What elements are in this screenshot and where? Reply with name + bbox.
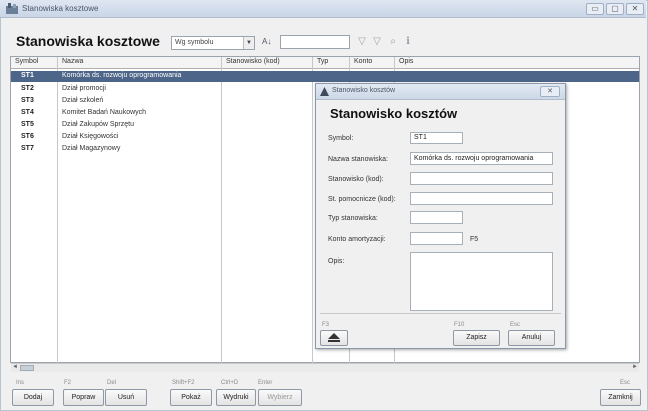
description-label: Opis: <box>328 258 345 265</box>
delete-button[interactable]: Usuń <box>105 389 147 406</box>
account-field[interactable] <box>410 232 463 245</box>
row-name: Dział Magazynowy <box>62 145 121 152</box>
account-lookup-button[interactable]: F5 <box>470 236 478 243</box>
row-name: Dział promocji <box>62 85 106 92</box>
shortcut-hint: Esc <box>620 380 631 386</box>
scroll-left-icon[interactable]: ◄ <box>12 364 18 370</box>
zoom-icon[interactable]: ⌕ <box>387 36 399 48</box>
column-header-symbol[interactable]: Symbol <box>15 58 38 65</box>
symbol-field[interactable]: ST1 <box>410 132 463 144</box>
eject-icon <box>328 333 340 342</box>
name-field[interactable]: Komórka ds. rozwoju oprogramowania <box>410 152 553 165</box>
shortcut-hint: Shift+F2 <box>172 380 195 386</box>
window-close-button[interactable]: ✕ <box>626 3 644 15</box>
type-field[interactable] <box>410 211 463 224</box>
print-button[interactable]: Wydruki <box>216 389 256 406</box>
dialog-close-button[interactable]: ✕ <box>540 86 560 97</box>
row-symbol: ST5 <box>21 121 34 128</box>
scroll-right-icon[interactable]: ► <box>632 364 638 370</box>
app-icon <box>6 3 18 14</box>
row-name: Komitet Badań Naukowych <box>62 109 147 116</box>
dialog-divider <box>320 313 561 314</box>
sort-select-value: Wg symbolu <box>175 39 214 46</box>
aux-code-field[interactable] <box>410 192 553 205</box>
table-row[interactable]: ST1 Komórka ds. rozwoju oprogramowania <box>11 71 639 82</box>
row-symbol: ST6 <box>21 133 34 140</box>
account-label: Konto amortyzacji: <box>328 236 386 243</box>
column-header-name[interactable]: Nazwa <box>62 58 83 65</box>
info-icon[interactable]: ℹ <box>402 36 414 48</box>
row-name: Komórka ds. rozwoju oprogramowania <box>62 72 182 79</box>
edit-button[interactable]: Popraw <box>63 389 104 406</box>
maximize-button[interactable]: ▢ <box>606 3 624 15</box>
column-header-code[interactable]: Stanowisko (kod) <box>226 58 280 65</box>
row-symbol: ST2 <box>21 85 34 92</box>
minimize-button[interactable]: ▭ <box>586 3 604 15</box>
column-header-type[interactable]: Typ <box>317 58 328 65</box>
close-button[interactable]: Zamknij <box>600 389 641 406</box>
dialog-title: Stanowisko kosztów <box>332 87 396 94</box>
warning-icon <box>320 87 329 96</box>
save-button[interactable]: Zapisz <box>453 330 500 346</box>
row-name: Dział Zakupów Sprzętu <box>62 121 134 128</box>
horizontal-scrollbar[interactable] <box>11 363 639 372</box>
sort-select[interactable]: Wg symbolu ▼ <box>171 36 255 50</box>
name-label: Nazwa stanowiska: <box>328 156 388 163</box>
shortcut-hint: F2 <box>64 380 72 386</box>
chevron-down-icon[interactable]: ▼ <box>243 37 254 49</box>
filter-icon[interactable]: ▽ <box>356 36 368 48</box>
filter-clear-icon[interactable]: ▽ <box>371 36 383 48</box>
row-symbol: ST7 <box>21 145 34 152</box>
shortcut-hint: Ctrl+D <box>221 380 239 386</box>
row-symbol: ST3 <box>21 97 34 104</box>
shortcut-hint: Ins <box>16 380 25 386</box>
code-label: Stanowisko (kod): <box>328 176 384 183</box>
shortcut-hint: Enter <box>258 380 273 386</box>
row-symbol: ST4 <box>21 109 34 116</box>
search-input[interactable] <box>280 35 350 49</box>
symbol-label: Symbol: <box>328 135 354 142</box>
shortcut-hint: F3 <box>322 322 330 328</box>
window-title: Stanowiska kosztowe <box>22 4 99 13</box>
select-button[interactable]: Wybierz <box>258 389 302 406</box>
description-field[interactable] <box>410 252 553 311</box>
row-symbol: ST1 <box>21 72 34 79</box>
dialog-heading: Stanowisko kosztów <box>330 106 458 121</box>
row-name: Dział Księgowości <box>62 133 119 140</box>
type-label: Typ stanowiska: <box>328 215 378 222</box>
shortcut-hint: F10 <box>454 322 465 328</box>
code-field[interactable] <box>410 172 553 185</box>
eject-button[interactable] <box>320 330 348 346</box>
show-button[interactable]: Pokaż <box>170 389 212 406</box>
cancel-button[interactable]: Anuluj <box>508 330 555 346</box>
page-title: Stanowiska kosztowe <box>16 33 160 49</box>
column-header-account[interactable]: Konto <box>354 58 372 65</box>
add-button[interactable]: Dodaj <box>12 389 54 406</box>
column-header-description[interactable]: Opis <box>399 58 413 65</box>
shortcut-hint: Esc <box>510 322 521 328</box>
sort-direction-icon[interactable]: A↓ <box>262 37 271 46</box>
shortcut-hint: Del <box>107 380 117 386</box>
scrollbar-thumb[interactable] <box>20 365 34 371</box>
aux-code-label: St. pomocnicze (kod): <box>328 196 396 203</box>
row-name: Dział szkoleń <box>62 97 104 104</box>
